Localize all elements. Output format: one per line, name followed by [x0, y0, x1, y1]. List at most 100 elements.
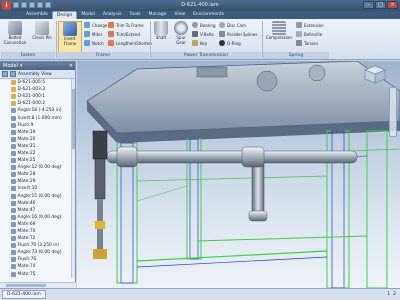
tree-item[interactable]: Mate:29	[0, 178, 76, 185]
tree-item[interactable]: Mate:47	[0, 207, 76, 214]
open-icon[interactable]	[21, 2, 27, 8]
model-browser: Model ▾ × Assembly View D-621-005:5 D-621…	[0, 61, 76, 288]
tree-item[interactable]: Angle:18 (-4.250 in)	[0, 107, 76, 114]
tree-item[interactable]: Insert:10	[0, 185, 76, 192]
notch-button[interactable]: Notch	[84, 39, 107, 47]
tree-item[interactable]: Mate:46	[0, 200, 76, 207]
tree-item[interactable]: Mate:70	[0, 228, 76, 235]
power-tools-col1: Bearing V-Belts Key	[192, 21, 216, 47]
navigation-bar[interactable]	[389, 87, 397, 137]
tree-item-label: Angle:15 (0.00 deg)	[17, 193, 62, 199]
tree-item-label: Mate:22	[17, 150, 36, 156]
maximize-button[interactable]: □	[375, 1, 386, 9]
tree-item[interactable]: Mate:74	[0, 263, 76, 270]
torsion-spring-icon	[296, 40, 302, 46]
bearing-button[interactable]: Bearing	[192, 21, 216, 29]
tree-item[interactable]: Mate:20	[0, 136, 76, 143]
shaft-label: Shaft	[155, 35, 167, 40]
power-tools-col2: Disc Cam Parallel Splines O-Ring	[219, 21, 257, 47]
tree-item[interactable]: Flush:76	[0, 256, 76, 263]
minimize-button[interactable]: –	[363, 1, 374, 9]
belleville-spring-button[interactable]: Belleville	[296, 30, 324, 38]
filter-icon[interactable]	[2, 71, 8, 77]
tree-item[interactable]: D-621-000:2	[0, 100, 76, 107]
filter-regulator	[92, 130, 108, 259]
frame-tools-col1: Change Miter Notch	[84, 21, 107, 47]
key-button[interactable]: Key	[192, 39, 216, 47]
tab-analysis[interactable]: Analysis	[99, 11, 126, 19]
view-selector[interactable]: Assembly View	[18, 72, 52, 77]
tree-item[interactable]: Mate:75	[0, 271, 76, 278]
document-tab[interactable]: D-621-400.iam	[2, 290, 46, 299]
shaft-button[interactable]: Shaft	[151, 21, 171, 53]
extension-spring-button[interactable]: Extension	[296, 21, 324, 29]
belleville-spring-icon	[296, 31, 302, 37]
tree-item-label: D-621-000:1	[17, 94, 46, 100]
undo-icon[interactable]	[37, 2, 43, 8]
expand-icon[interactable]	[10, 71, 16, 77]
app-logo[interactable]: I	[2, 1, 11, 10]
tab-environments[interactable]: Environments	[189, 11, 228, 19]
tree-item[interactable]: Angle:73 (0.00 deg)	[0, 249, 76, 256]
change-button[interactable]: Change	[84, 21, 107, 29]
tree-item[interactable]: Mate:72	[0, 235, 76, 242]
spring-icon	[272, 21, 286, 35]
tab-assemble[interactable]: Assemble	[22, 11, 52, 19]
new-icon[interactable]	[13, 2, 19, 8]
constraint-icon	[11, 172, 16, 178]
trim-to-frame-button[interactable]: Trim To Frame	[108, 21, 152, 29]
miter-label: Miter	[92, 31, 103, 37]
tree-item[interactable]: Mate:28	[0, 171, 76, 178]
tree-item[interactable]: Angle:12 (0.00 deg)	[0, 164, 76, 171]
tab-view[interactable]: View	[170, 11, 189, 19]
panel-label-power-transmission: Power Transmission	[151, 52, 261, 59]
tree-item[interactable]: Mate:19	[0, 129, 76, 136]
hscrollbar-thumb[interactable]	[6, 284, 46, 287]
torsion-spring-button[interactable]: Torsion	[296, 39, 324, 47]
tree-item[interactable]: Mate:69	[0, 221, 76, 228]
tab-model[interactable]: Model	[77, 11, 99, 19]
miter-icon	[84, 31, 90, 37]
tab-tools[interactable]: Tools	[125, 11, 144, 19]
disc-cam-button[interactable]: Disc Cam	[219, 21, 257, 29]
tree-item[interactable]: Insert:8 (1.000 mm)	[0, 114, 76, 121]
tree-item[interactable]: Angle:16 (0.00 deg)	[0, 214, 76, 221]
tab-manage[interactable]: Manage	[145, 11, 171, 19]
tree-item[interactable]: Flush:70 (3.250 in)	[0, 242, 76, 249]
dropdown-icon[interactable]: ▾	[20, 63, 23, 69]
tree-item[interactable]: Mate:25	[0, 157, 76, 164]
scrollbar-thumb[interactable]	[72, 89, 75, 149]
tree-item[interactable]: Angle:15 (0.00 deg)	[0, 193, 76, 200]
graphics-viewport[interactable]	[77, 61, 400, 288]
tree-item[interactable]: D-621-005:5	[0, 79, 76, 86]
insert-frame-button[interactable]: Insert Frame	[58, 21, 82, 53]
clevis-pin-button[interactable]: Clevis Pin	[30, 21, 54, 53]
browser-scrollbar[interactable]	[71, 79, 75, 278]
vbelts-button[interactable]: V-Belts	[192, 30, 216, 38]
tree-item[interactable]: Mate:21	[0, 143, 76, 150]
oring-button[interactable]: O-Ring	[219, 39, 257, 47]
close-button[interactable]: ×	[387, 1, 398, 9]
tree-item-label: Mate:69	[17, 221, 36, 227]
tree-item[interactable]: D-621-000:1	[0, 93, 76, 100]
tree-item-label: Mate:25	[17, 158, 36, 164]
viewcube-icon[interactable]	[360, 64, 390, 84]
frame-icon	[63, 22, 77, 36]
part-icon	[11, 87, 16, 93]
trim-extend-button[interactable]: Trim/Extend	[108, 30, 152, 38]
tab-design[interactable]: Design	[51, 11, 78, 19]
miter-button[interactable]: Miter	[84, 30, 107, 38]
close-icon[interactable]: ×	[69, 63, 73, 69]
constraint-icon	[11, 271, 16, 277]
spur-gear-button[interactable]: Spur Gear	[171, 21, 191, 53]
bolted-connection-button[interactable]: Bolted Connection	[3, 21, 27, 53]
tree-item[interactable]: Mate:22	[0, 150, 76, 157]
bearing-icon	[192, 22, 198, 28]
tree-item[interactable]: Flush:9	[0, 122, 76, 129]
redo-icon[interactable]	[45, 2, 51, 8]
parallel-splines-button[interactable]: Parallel Splines	[219, 30, 257, 38]
tree-item[interactable]: D-621-003:3	[0, 86, 76, 93]
save-icon[interactable]	[29, 2, 35, 8]
compression-spring-button[interactable]: Compression	[264, 21, 294, 53]
lengthen-button[interactable]: Lengthen/Shorten	[108, 39, 152, 47]
